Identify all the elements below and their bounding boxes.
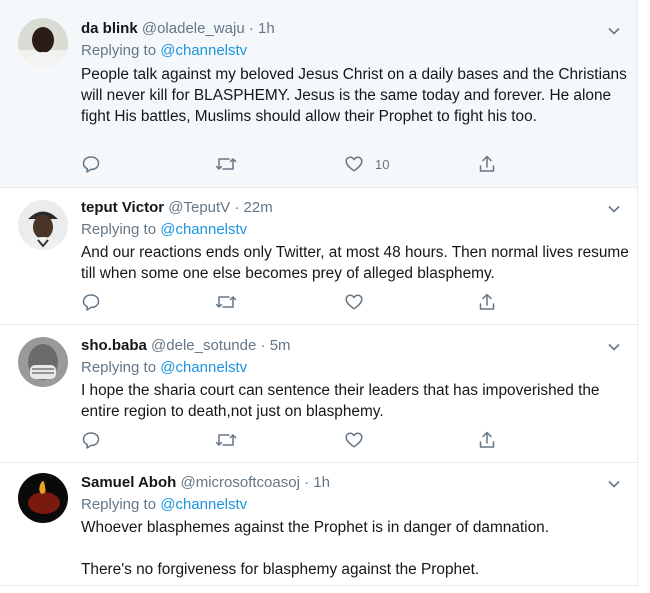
like-icon[interactable] bbox=[342, 152, 366, 176]
tweet-card[interactable]: da blink @oladele_waju · 1h Replying to … bbox=[0, 0, 637, 188]
like-icon[interactable] bbox=[342, 290, 366, 314]
tweet-text: And our reactions ends only Twitter, at … bbox=[81, 244, 629, 282]
avatar[interactable] bbox=[18, 200, 68, 250]
share-icon[interactable] bbox=[475, 428, 499, 452]
display-name[interactable]: Samuel Aboh bbox=[81, 474, 176, 491]
replying-to-label: Replying to bbox=[81, 496, 157, 513]
tweet-card[interactable]: Samuel Aboh @microsoftcoasoj · 1h Replyi… bbox=[0, 463, 637, 585]
tweet-text: I hope the sharia court can sentence the… bbox=[81, 382, 600, 420]
mention-link[interactable]: @channelstv bbox=[160, 496, 247, 513]
replying-to-label: Replying to bbox=[81, 42, 157, 59]
avatar[interactable] bbox=[18, 473, 68, 523]
tweet-text: Whoever blasphemes against the Prophet i… bbox=[81, 519, 549, 578]
replying-to-label: Replying to bbox=[81, 359, 157, 376]
reply-icon[interactable] bbox=[79, 428, 103, 452]
timestamp[interactable]: 1h bbox=[313, 474, 330, 491]
replying-to: Replying to @channelstv bbox=[81, 358, 247, 378]
display-name[interactable]: teput Victor bbox=[81, 199, 164, 216]
display-name[interactable]: sho.baba bbox=[81, 337, 147, 354]
tweet-header: da blink @oladele_waju · 1h bbox=[81, 19, 597, 39]
retweet-icon[interactable] bbox=[214, 428, 238, 452]
username[interactable]: @dele_sotunde bbox=[151, 337, 256, 354]
like-icon[interactable] bbox=[342, 428, 366, 452]
timestamp[interactable]: 22m bbox=[244, 199, 273, 216]
chevron-down-icon[interactable] bbox=[607, 340, 621, 354]
separator: · bbox=[248, 20, 254, 37]
mention-link[interactable]: @channelstv bbox=[160, 359, 247, 376]
separator: · bbox=[260, 337, 266, 354]
avatar[interactable] bbox=[18, 337, 68, 387]
chevron-down-icon[interactable] bbox=[607, 202, 621, 216]
timestamp[interactable]: 5m bbox=[270, 337, 291, 354]
tweet-text: People talk against my beloved Jesus Chr… bbox=[81, 66, 627, 125]
mention-link[interactable]: @channelstv bbox=[160, 42, 247, 59]
tweet-timeline: da blink @oladele_waju · 1h Replying to … bbox=[0, 0, 638, 586]
username[interactable]: @microsoftcoasoj bbox=[180, 474, 299, 491]
tweet-header: Samuel Aboh @microsoftcoasoj · 1h bbox=[81, 473, 597, 493]
replying-to: Replying to @channelstv bbox=[81, 220, 247, 240]
tweet-card[interactable]: teput Victor @TeputV · 22m Replying to @… bbox=[0, 188, 637, 325]
avatar[interactable] bbox=[18, 18, 68, 68]
separator: · bbox=[304, 474, 310, 491]
username[interactable]: @TeputV bbox=[168, 199, 230, 216]
share-icon[interactable] bbox=[475, 152, 499, 176]
chevron-down-icon[interactable] bbox=[607, 24, 621, 38]
reply-icon[interactable] bbox=[79, 290, 103, 314]
replying-to: Replying to @channelstv bbox=[81, 41, 247, 61]
tweet-header: teput Victor @TeputV · 22m bbox=[81, 198, 597, 218]
display-name[interactable]: da blink bbox=[81, 20, 138, 37]
like-count: 10 bbox=[375, 157, 390, 172]
username[interactable]: @oladele_waju bbox=[142, 20, 245, 37]
tweet-header: sho.baba @dele_sotunde · 5m bbox=[81, 336, 597, 356]
chevron-down-icon[interactable] bbox=[607, 477, 621, 491]
retweet-icon[interactable] bbox=[214, 152, 238, 176]
mention-link[interactable]: @channelstv bbox=[160, 221, 247, 238]
timestamp[interactable]: 1h bbox=[258, 20, 275, 37]
separator: · bbox=[234, 199, 240, 216]
reply-icon[interactable] bbox=[79, 152, 103, 176]
retweet-icon[interactable] bbox=[214, 290, 238, 314]
replying-to-label: Replying to bbox=[81, 221, 157, 238]
share-icon[interactable] bbox=[475, 290, 499, 314]
tweet-card[interactable]: sho.baba @dele_sotunde · 5m Replying to … bbox=[0, 325, 637, 463]
replying-to: Replying to @channelstv bbox=[81, 495, 247, 515]
